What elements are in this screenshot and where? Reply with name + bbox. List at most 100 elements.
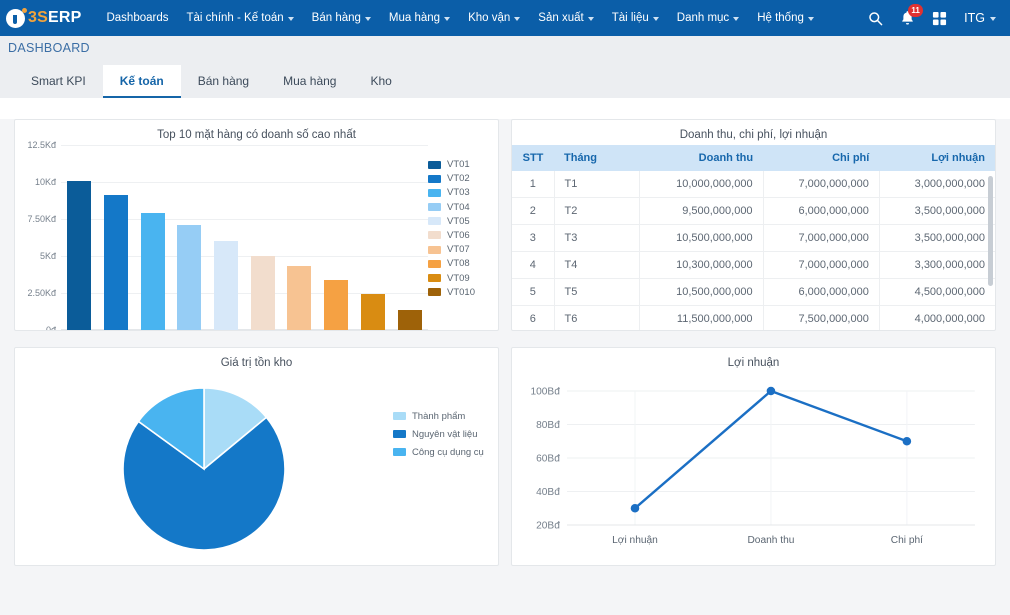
search-icon[interactable] (868, 11, 883, 26)
bar-vt010[interactable] (398, 310, 422, 330)
tab-ke-toan[interactable]: Kế toán (103, 65, 181, 98)
nav-item-danh-muc[interactable]: Danh mục (668, 6, 748, 30)
pie-legend-item-1[interactable]: Nguyên vật liệu (393, 429, 498, 440)
tab-mua-hang[interactable]: Mua hàng (266, 65, 353, 98)
column-header-loi-nhuan[interactable]: Lợi nhuận (879, 145, 995, 171)
top-navbar: 3SERP Dashboards Tài chính - Kế toán Bán… (0, 0, 1010, 36)
column-header-thang[interactable]: Tháng (554, 145, 639, 171)
y-axis-tick-label: 7.50Kđ (27, 214, 61, 224)
bar-chart-legend: VT01 VT02 VT03 VT04 VT05 VT06 VT07 VT08 VT09 VT01… (428, 145, 492, 330)
app-logo[interactable]: 3SERP (6, 9, 81, 28)
logo-dot-icon (22, 8, 27, 13)
revenue-table-scroll[interactable]: STT Tháng Doanh thu Chi phí Lợi nhuận 1T… (512, 145, 995, 330)
nav-item-label: Hệ thống (757, 12, 804, 24)
nav-item-tai-chinh-ke-toan[interactable]: Tài chính - Kế toán (178, 6, 303, 30)
logo-text: 3SERP (28, 9, 81, 27)
table-cell: 10,500,000,000 (639, 279, 763, 306)
legend-item-vt03[interactable]: VT03 (428, 187, 492, 198)
logo-mark-icon (6, 9, 25, 28)
table-row[interactable]: 6T611,500,000,0007,500,000,0004,000,000,… (512, 306, 995, 331)
line-data-point-1[interactable] (767, 387, 776, 395)
tab-ban-hang[interactable]: Bán hàng (181, 65, 266, 98)
bar-vt09[interactable] (361, 294, 385, 330)
grid-apps-icon[interactable] (932, 11, 947, 26)
bar-chart-plot-area: 12.5Kđ10Kđ7.50Kđ5Kđ2.50Kđ0đ (61, 145, 428, 330)
nav-item-mua-hang[interactable]: Mua hàng (380, 6, 459, 30)
dashboard-row-1: Top 10 mặt hàng có doanh số cao nhất 12.… (14, 119, 996, 331)
pie-chart-svg[interactable] (119, 384, 289, 554)
bar-vt03[interactable] (141, 213, 165, 330)
table-cell: 3,000,000,000 (879, 171, 995, 198)
table-row[interactable]: 2T29,500,000,0006,000,000,0003,500,000,0… (512, 198, 995, 225)
legend-swatch (428, 274, 441, 282)
tab-kho[interactable]: Kho (353, 65, 408, 98)
nav-item-label: Mua hàng (389, 12, 440, 24)
nav-item-tai-lieu[interactable]: Tài liệu (603, 6, 668, 30)
column-header-chi-phi[interactable]: Chi phí (763, 145, 879, 171)
table-cell: 4,500,000,000 (879, 279, 995, 306)
table-cell: 9,500,000,000 (639, 198, 763, 225)
nav-item-ban-hang[interactable]: Bán hàng (303, 6, 380, 30)
table-row[interactable]: 1T110,000,000,0007,000,000,0003,000,000,… (512, 171, 995, 198)
chevron-down-icon (990, 17, 996, 21)
bar-vt08[interactable] (324, 280, 348, 330)
notification-badge: 11 (908, 4, 923, 17)
table-row[interactable]: 4T410,300,000,0007,000,000,0003,300,000,… (512, 252, 995, 279)
bar-group (61, 145, 428, 330)
nav-item-label: Kho vận (468, 12, 510, 24)
legend-swatch (393, 448, 406, 456)
page-title: DASHBOARD (8, 41, 90, 55)
legend-item-vt09[interactable]: VT09 (428, 273, 492, 284)
legend-item-vt04[interactable]: VT04 (428, 202, 492, 213)
nav-item-kho-van[interactable]: Kho vận (459, 6, 529, 30)
legend-item-vt06[interactable]: VT06 (428, 230, 492, 241)
y-axis-tick-label: 80Bđ (536, 420, 560, 431)
bell-icon[interactable]: 11 (900, 10, 915, 26)
table-row[interactable]: 3T310,500,000,0007,000,000,0003,500,000,… (512, 225, 995, 252)
y-axis-tick-label: 12.5Kđ (27, 140, 61, 150)
bar-vt02[interactable] (104, 195, 128, 330)
nav-item-label: Sản xuất (538, 12, 583, 24)
logo-suffix: ERP (48, 9, 82, 26)
pie-legend-item-2[interactable]: Công cụ dụng cụ (393, 447, 498, 458)
revenue-table-body: 1T110,000,000,0007,000,000,0003,000,000,… (512, 171, 995, 330)
tab-smart-kpi[interactable]: Smart KPI (14, 65, 103, 98)
legend-item-vt02[interactable]: VT02 (428, 173, 492, 184)
legend-swatch (428, 161, 441, 169)
column-header-doanh-thu[interactable]: Doanh thu (639, 145, 763, 171)
y-axis-tick-label: 60Bđ (536, 454, 560, 465)
bar-vt07[interactable] (287, 266, 311, 330)
bar-vt04[interactable] (177, 225, 201, 330)
bar-vt05[interactable] (214, 241, 238, 330)
revenue-table: STT Tháng Doanh thu Chi phí Lợi nhuận 1T… (512, 145, 995, 330)
table-row[interactable]: 5T510,500,000,0006,000,000,0004,500,000,… (512, 279, 995, 306)
user-menu-label: ITG (964, 11, 985, 25)
legend-item-vt01[interactable]: VT01 (428, 159, 492, 170)
column-header-stt[interactable]: STT (512, 145, 554, 171)
dashboard-row-2: Giá trị tồn kho Thành phẩmNguyên vật liệ… (14, 347, 996, 566)
user-menu[interactable]: ITG (964, 11, 996, 25)
line-chart-svg[interactable]: 100Bđ80Bđ60Bđ40Bđ20BđLợi nhuậnDoanh thuC… (514, 377, 983, 562)
table-scrollbar[interactable] (988, 176, 993, 286)
pie-legend-item-0[interactable]: Thành phẩm (393, 411, 498, 422)
bar-vt01[interactable] (67, 181, 91, 330)
bar-vt06[interactable] (251, 256, 275, 330)
nav-item-he-thong[interactable]: Hệ thống (748, 6, 823, 30)
legend-item-vt010[interactable]: VT010 (428, 287, 492, 298)
legend-item-vt07[interactable]: VT07 (428, 244, 492, 255)
nav-item-dashboards[interactable]: Dashboards (97, 6, 177, 30)
y-axis-tick-label: 40Bđ (536, 487, 560, 498)
x-axis-tick-label: Lợi nhuận (612, 535, 658, 546)
legend-item-vt05[interactable]: VT05 (428, 216, 492, 227)
line-data-point-2[interactable] (903, 437, 912, 445)
table-cell: 11,500,000,000 (639, 306, 763, 331)
nav-item-san-xuat[interactable]: Sản xuất (529, 6, 602, 30)
y-axis-tick-label: 10Kđ (35, 177, 61, 187)
legend-swatch (393, 412, 406, 420)
line-data-point-0[interactable] (631, 504, 640, 512)
legend-item-vt08[interactable]: VT08 (428, 258, 492, 269)
chevron-down-icon (365, 17, 371, 21)
legend-label: VT09 (447, 273, 470, 284)
table-cell: T6 (554, 306, 639, 331)
legend-label: Nguyên vật liệu (412, 429, 477, 440)
